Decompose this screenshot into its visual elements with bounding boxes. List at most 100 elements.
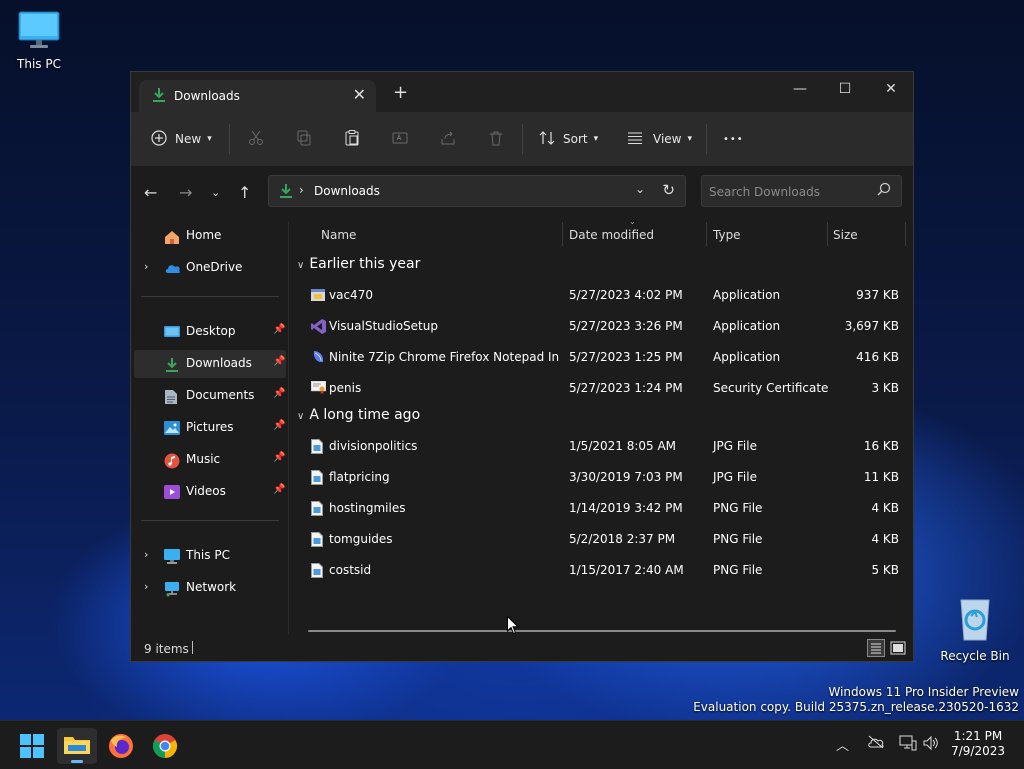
taskbar-file-explorer[interactable] xyxy=(57,728,97,764)
column-header-size[interactable]: Size xyxy=(833,228,858,242)
up-arrow-icon[interactable]: ↑ xyxy=(238,183,251,202)
desktop-icon-this-pc[interactable]: This PC xyxy=(0,10,79,71)
file-date: 3/30/2019 7:03 PM xyxy=(569,470,683,484)
back-arrow-icon[interactable]: ← xyxy=(144,183,157,202)
horizontal-scrollbar[interactable] xyxy=(308,630,896,632)
chevron-down-icon: ▾ xyxy=(687,134,693,144)
file-size: 3,697 KB xyxy=(844,319,899,333)
forward-arrow-icon[interactable]: → xyxy=(179,183,192,202)
volume-icon[interactable] xyxy=(923,735,939,755)
file-row[interactable]: Ninite 7Zip Chrome Firefox Notepad Inst.… xyxy=(289,342,915,372)
sidebar-item-network[interactable]: › Network xyxy=(134,574,286,602)
running-indicator xyxy=(71,760,83,763)
maximize-button[interactable]: ☐ xyxy=(822,75,868,103)
group-header[interactable]: ∨ Earlier this year xyxy=(297,256,420,272)
file-row[interactable]: divisionpolitics 1/5/2021 8:05 AM JPG Fi… xyxy=(289,431,915,461)
taskbar-chrome[interactable] xyxy=(145,728,185,764)
sidebar-item-music[interactable]: Music 📌 xyxy=(134,446,286,474)
group-title: Earlier this year xyxy=(309,256,421,272)
delete-button[interactable] xyxy=(488,127,504,151)
taskbar-clock[interactable]: 1:21 PM 7/9/2023 xyxy=(951,729,1005,759)
network-status-icon[interactable] xyxy=(899,735,917,755)
sidebar-item-onedrive[interactable]: › OneDrive xyxy=(134,254,286,282)
sidebar-item-home[interactable]: Home xyxy=(134,222,286,250)
pin-icon[interactable]: 📌 xyxy=(273,452,285,463)
file-type: PNG File xyxy=(713,501,763,515)
column-resize-handle[interactable] xyxy=(706,222,707,246)
close-button[interactable]: ✕ xyxy=(868,75,914,103)
breadcrumb-downloads[interactable]: Downloads xyxy=(314,184,380,198)
tab-close-button[interactable]: ✕ xyxy=(353,85,366,104)
view-button[interactable]: View ▾ xyxy=(627,127,692,151)
share-button[interactable] xyxy=(440,127,456,151)
chevron-right-icon[interactable]: › xyxy=(144,580,148,593)
new-tab-button[interactable]: + xyxy=(393,82,408,103)
column-header-type[interactable]: Type xyxy=(713,228,741,242)
column-header-date-modified[interactable]: Date modified xyxy=(569,228,654,242)
chevron-right-icon[interactable]: › xyxy=(144,260,148,273)
desktop-icon-recycle-bin[interactable]: Recycle Bin xyxy=(935,596,1015,663)
file-row[interactable]: vac470 5/27/2023 4:02 PM Application 937… xyxy=(289,280,915,310)
clipboard-icon xyxy=(344,129,360,149)
recent-locations-chevron-icon[interactable]: ⌄ xyxy=(211,186,220,199)
pin-icon[interactable]: 📌 xyxy=(273,388,285,399)
copy-icon xyxy=(296,130,312,149)
sidebar-item-label: Desktop xyxy=(186,324,236,338)
sort-descending-icon: ⌄ xyxy=(629,217,636,226)
show-hidden-icons-chevron-icon[interactable]: ︿ xyxy=(836,735,849,754)
new-button[interactable]: New ▾ xyxy=(151,127,212,151)
paste-button[interactable] xyxy=(344,127,360,151)
cut-button[interactable] xyxy=(248,127,264,151)
sort-button[interactable]: Sort ▾ xyxy=(539,127,598,151)
file-row[interactable]: tomguides 5/2/2018 2:37 PM PNG File 4 KB xyxy=(289,524,915,554)
ninite-icon xyxy=(311,350,325,367)
download-folder-icon xyxy=(164,357,180,376)
sidebar-item-downloads[interactable]: Downloads 📌 xyxy=(134,350,286,378)
column-resize-handle[interactable] xyxy=(827,222,828,246)
chevron-down-icon: ∨ xyxy=(297,411,305,422)
tiles-view-button[interactable] xyxy=(889,639,907,657)
details-view-button[interactable] xyxy=(867,639,885,657)
sidebar-item-videos[interactable]: Videos 📌 xyxy=(134,478,286,506)
group-header[interactable]: ∨ A long time ago xyxy=(297,407,420,423)
column-resize-handle[interactable] xyxy=(905,222,906,246)
download-folder-icon xyxy=(151,87,167,106)
address-bar[interactable]: › Downloads ⌄ ↻ xyxy=(268,175,686,207)
file-row[interactable]: VisualStudioSetup 5/27/2023 3:26 PM Appl… xyxy=(289,311,915,341)
rename-button[interactable] xyxy=(392,127,408,151)
sidebar-item-documents[interactable]: Documents 📌 xyxy=(134,382,286,410)
column-header-name[interactable]: Name xyxy=(321,228,356,242)
watermark-build: Evaluation copy. Build 25375.zn_release.… xyxy=(693,700,1019,714)
sidebar-item-pictures[interactable]: Pictures 📌 xyxy=(134,414,286,442)
file-row[interactable]: costsid 1/15/2017 2:40 AM PNG File 5 KB xyxy=(289,555,915,585)
pin-icon[interactable]: 📌 xyxy=(273,420,285,431)
search-input[interactable] xyxy=(702,176,871,208)
copy-button[interactable] xyxy=(296,127,312,151)
taskbar-firefox[interactable] xyxy=(101,728,141,764)
desktop-icon-label: This PC xyxy=(17,57,61,71)
pin-icon[interactable]: 📌 xyxy=(273,356,285,367)
pin-icon[interactable]: 📌 xyxy=(273,324,285,335)
chevron-right-icon[interactable]: › xyxy=(144,548,148,561)
title-bar[interactable]: Downloads ✕ + — ☐ ✕ xyxy=(131,72,913,112)
sidebar-item-desktop[interactable]: Desktop 📌 xyxy=(134,318,286,346)
sidebar-item-label: Pictures xyxy=(186,420,234,434)
pin-icon[interactable]: 📌 xyxy=(273,484,285,495)
more-options-button[interactable]: ••• xyxy=(723,127,744,151)
tiles-view-icon xyxy=(890,641,906,655)
address-dropdown-icon[interactable]: ⌄ xyxy=(635,182,645,196)
file-row[interactable]: penis 5/27/2023 1:24 PM Security Certifi… xyxy=(289,373,915,403)
file-row[interactable]: flatpricing 3/30/2019 7:03 PM JPG File 1… xyxy=(289,462,915,492)
file-row[interactable]: hostingmiles 1/14/2019 3:42 PM PNG File … xyxy=(289,493,915,523)
refresh-icon[interactable]: ↻ xyxy=(662,181,675,199)
sidebar-item-this-pc[interactable]: › This PC xyxy=(134,542,286,570)
start-button[interactable] xyxy=(12,728,52,764)
onedrive-offline-icon[interactable] xyxy=(867,735,885,753)
minimize-button[interactable]: — xyxy=(777,75,823,103)
file-date: 5/27/2023 3:26 PM xyxy=(569,319,683,333)
file-name: divisionpolitics xyxy=(329,439,418,453)
tab-downloads[interactable]: Downloads ✕ xyxy=(139,80,376,112)
search-box[interactable] xyxy=(701,175,902,208)
column-resize-handle[interactable] xyxy=(562,222,563,246)
watermark-edition: Windows 11 Pro Insider Preview xyxy=(828,685,1019,699)
